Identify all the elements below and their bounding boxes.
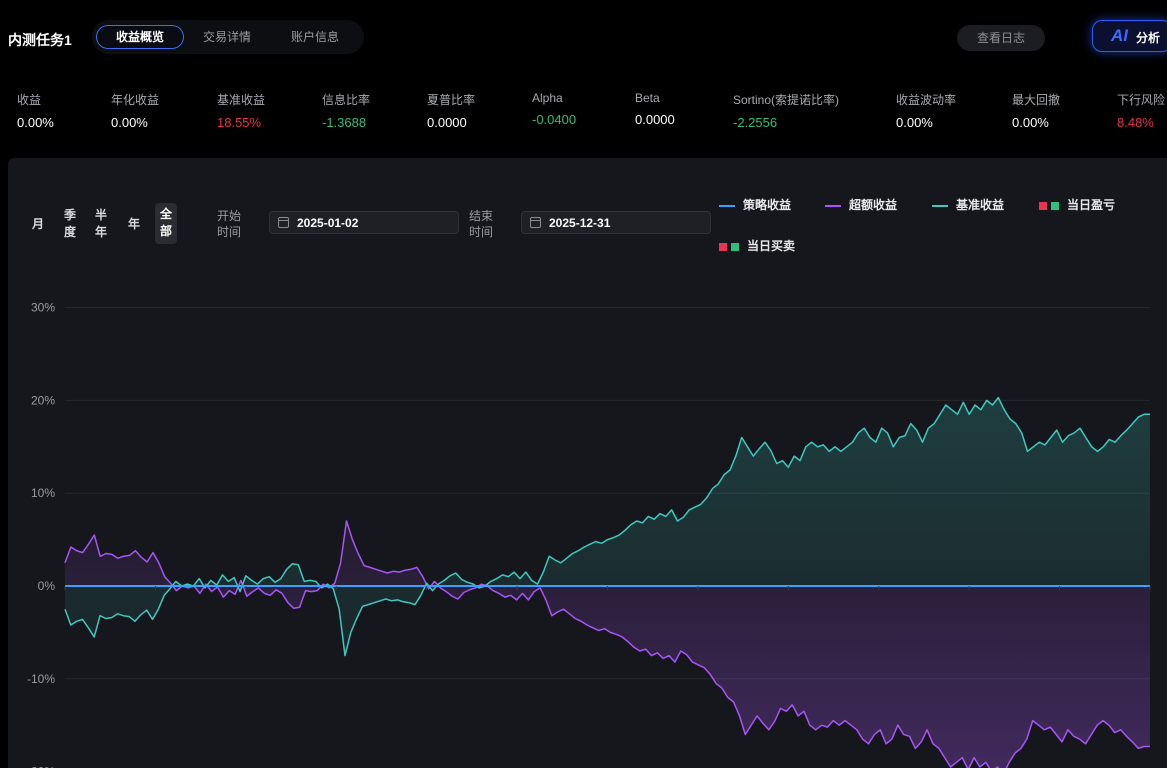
metric-label: Alpha bbox=[532, 91, 563, 105]
metric-value: 0.00% bbox=[17, 115, 54, 130]
y-tick-label: 10% bbox=[31, 486, 55, 500]
ai-analysis-label: 分析 bbox=[1136, 31, 1161, 45]
ai-icon: AI bbox=[1111, 26, 1128, 45]
tab-trade-details[interactable]: 交易详情 bbox=[188, 25, 266, 49]
metric-label: Sortino(索提诺比率) bbox=[733, 93, 840, 107]
metric-value: 0.0000 bbox=[635, 112, 675, 127]
metric-sortino: Sortino(索提诺比率) -2.2556 bbox=[733, 91, 839, 130]
y-tick-label: 20% bbox=[31, 393, 55, 407]
y-tick-label: 30% bbox=[31, 301, 55, 315]
metric-label: Beta bbox=[635, 91, 660, 105]
metric-beta: Beta 0.0000 bbox=[635, 91, 675, 127]
task-title: 内测任务1 bbox=[8, 32, 72, 48]
tab-account-info[interactable]: 账户信息 bbox=[276, 25, 354, 49]
metrics-row: 收益 0.00% 年化收益 0.00% 基准收益 18.55% 信息比率 -1.… bbox=[0, 78, 1167, 158]
y-tick-label: -10% bbox=[27, 672, 55, 686]
metric-downside-risk: 下行风险 8.48% bbox=[1117, 91, 1165, 130]
metric-information-ratio: 信息比率 -1.3688 bbox=[322, 91, 370, 130]
metric-return: 收益 0.00% bbox=[17, 91, 54, 130]
metric-max-drawdown: 最大回撤 0.00% bbox=[1012, 91, 1060, 130]
metric-label: 年化收益 bbox=[111, 93, 160, 107]
metric-label: 最大回撤 bbox=[1012, 93, 1061, 107]
tab-bar: 收益概览 交易详情 账户信息 bbox=[92, 20, 364, 54]
metric-value: -1.3688 bbox=[322, 115, 367, 130]
metric-annual-return: 年化收益 0.00% bbox=[111, 91, 159, 130]
metric-value: 8.48% bbox=[1117, 115, 1154, 130]
metric-value: 0.00% bbox=[896, 115, 933, 130]
metric-value: 0.00% bbox=[1012, 115, 1049, 130]
metric-benchmark-return: 基准收益 18.55% bbox=[217, 91, 265, 130]
metric-label: 信息比率 bbox=[322, 93, 371, 107]
metric-volatility: 收益波动率 0.00% bbox=[896, 91, 956, 130]
metric-value: 0.0000 bbox=[427, 115, 467, 130]
metric-value: 0.00% bbox=[111, 115, 148, 130]
y-tick-label: 0% bbox=[38, 579, 56, 593]
metric-label: 收益波动率 bbox=[896, 93, 957, 107]
tab-overview[interactable]: 收益概览 bbox=[96, 25, 184, 49]
view-log-button[interactable]: 查看日志 bbox=[957, 25, 1045, 51]
returns-chart[interactable]: 30% 20% 10% 0% -10% -20% bbox=[8, 158, 1167, 768]
metric-value: 18.55% bbox=[217, 115, 262, 130]
metric-label: 基准收益 bbox=[217, 93, 266, 107]
top-bar: 内测任务1 收益概览 交易详情 账户信息 查看日志 AI 分析 bbox=[0, 0, 1167, 78]
y-tick-label: -20% bbox=[27, 765, 55, 768]
metric-label: 夏普比率 bbox=[427, 93, 476, 107]
metric-alpha: Alpha -0.0400 bbox=[532, 91, 576, 127]
metric-label: 下行风险 bbox=[1117, 93, 1166, 107]
metric-value: -0.0400 bbox=[532, 112, 577, 127]
metric-label: 收益 bbox=[17, 93, 42, 107]
ai-analysis-button[interactable]: AI 分析 bbox=[1092, 20, 1167, 52]
metric-value: -2.2556 bbox=[733, 115, 778, 130]
metric-sharpe-ratio: 夏普比率 0.0000 bbox=[427, 91, 475, 130]
